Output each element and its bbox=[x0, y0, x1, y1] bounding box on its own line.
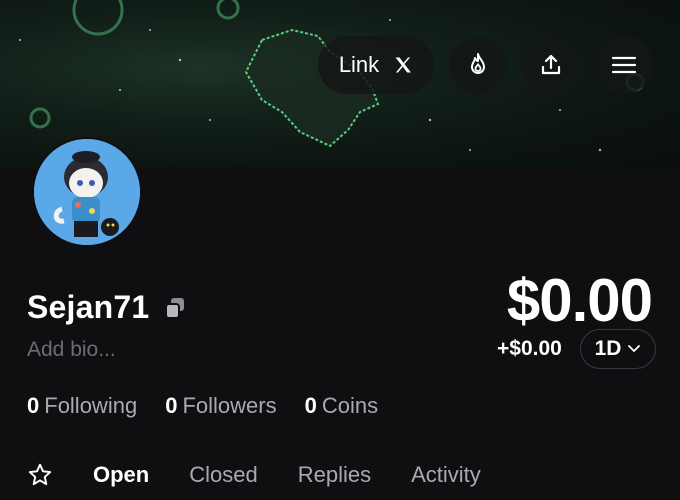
period-selector[interactable]: 1D bbox=[580, 329, 656, 369]
boost-button[interactable] bbox=[449, 36, 507, 94]
stat-label: Following bbox=[44, 393, 138, 418]
tab-activity[interactable]: Activity bbox=[411, 462, 481, 488]
stat-coins[interactable]: 0 Coins bbox=[305, 393, 379, 419]
username: Sejan71 bbox=[27, 289, 150, 325]
profile-stats: 0 Following 0 Followers 0 Coins bbox=[27, 393, 406, 419]
portfolio-balance: $0.00 bbox=[506, 267, 653, 334]
period-label: 1D bbox=[594, 337, 622, 360]
tab-replies[interactable]: Replies bbox=[298, 462, 371, 488]
balance-change: +$0.00 bbox=[497, 337, 562, 360]
stat-count: 0 bbox=[27, 393, 40, 418]
stat-following[interactable]: 0 Following bbox=[27, 393, 137, 419]
avatar-image bbox=[34, 139, 140, 245]
menu-icon bbox=[611, 56, 637, 74]
x-logo-icon bbox=[395, 57, 412, 73]
bio-field[interactable]: Add bio... bbox=[27, 338, 116, 362]
fire-icon bbox=[471, 53, 485, 74]
link-label: Link bbox=[338, 52, 380, 77]
profile-tabs: Open Closed Replies Activity bbox=[27, 462, 521, 488]
copy-icon[interactable] bbox=[163, 296, 187, 320]
menu-button[interactable] bbox=[595, 36, 653, 94]
star-icon[interactable] bbox=[27, 462, 53, 488]
chevron-down-icon bbox=[628, 345, 641, 352]
stat-label: Followers bbox=[182, 393, 277, 418]
link-x-button[interactable]: Link bbox=[318, 36, 434, 94]
stat-followers[interactable]: 0 Followers bbox=[165, 393, 276, 419]
stat-label: Coins bbox=[321, 393, 379, 418]
share-button[interactable] bbox=[522, 36, 580, 94]
avatar[interactable] bbox=[32, 137, 142, 247]
stat-count: 0 bbox=[165, 393, 178, 418]
tab-open[interactable]: Open bbox=[93, 462, 149, 488]
stat-count: 0 bbox=[304, 393, 317, 418]
tab-closed[interactable]: Closed bbox=[189, 462, 257, 488]
share-icon bbox=[541, 54, 561, 75]
